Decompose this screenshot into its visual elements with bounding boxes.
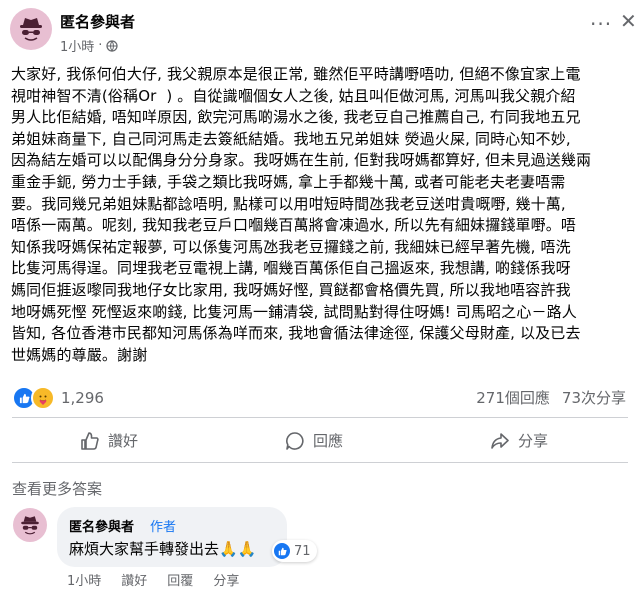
view-more-comments-link[interactable]: 查看更多答案: [12, 478, 102, 499]
post-body-line: 弟姐妹商量下, 自己同河馬走去簽紙結婚。我地五兄弟姐妹 熒過火屎, 同時心知不妙…: [11, 129, 571, 148]
comment-meta: 1小時 讚好 回覆 分享: [67, 570, 239, 589]
comment-time[interactable]: 1小時: [67, 570, 101, 589]
post-body-line: 視咁神智不清(俗稱Or ) 。自從識嗰個女人之後, 姑且叫佢做河馬, 河馬叫我父…: [11, 86, 576, 105]
post-time[interactable]: 1小時: [60, 36, 94, 55]
post-stats: 271個回應 73次分享: [476, 387, 626, 408]
share-icon: [491, 432, 509, 449]
comment-text: 麻煩大家幫手轉發出去🙏🙏: [69, 540, 257, 558]
post-body-line: 皆知, 各位香港市民都知河馬係為咩而來, 我地會循法律途徑, 保護父母財產, 以…: [11, 324, 581, 343]
comment-like-button[interactable]: 讚好: [121, 570, 147, 589]
share-label: 分享: [518, 432, 549, 450]
like-button[interactable]: 讚好: [80, 430, 138, 451]
reaction-summary[interactable]: 1,296: [12, 386, 104, 410]
author-badge: 作者: [150, 520, 177, 535]
share-button[interactable]: 分享: [490, 430, 548, 451]
post-author[interactable]: 匿名參與者: [60, 11, 135, 32]
comment-author[interactable]: 匿名參與者: [69, 516, 134, 535]
post-body-line: 地呀媽死慳 死慳返來啲錢, 比隻河馬一鋪清袋, 試問點對得住呀媽! 司馬昭之心－…: [11, 302, 577, 321]
reaction-count: 1,296: [61, 389, 104, 407]
comment-label: 回應: [313, 432, 344, 450]
like-label: 讚好: [108, 432, 139, 450]
separator-dot: ·: [98, 38, 103, 53]
comment-icon: [286, 431, 304, 450]
comment-reactions[interactable]: 71: [272, 540, 317, 562]
comment-reaction-count: 71: [294, 543, 311, 559]
globe-icon: [106, 39, 119, 52]
more-icon[interactable]: ···: [590, 12, 612, 36]
like-reaction-icon: [274, 543, 290, 559]
post-body-line: 知係我呀媽保祐定報夢, 可以係隻河馬氹我老豆攞錢之前, 我細妹已經早著先機, 唔…: [11, 237, 571, 256]
divider: [12, 417, 628, 418]
post-body-line: 因為結左婚可以以配偶身分分身家。我呀媽在生前, 佢對我呀媽都算好, 但未見過送幾…: [11, 151, 592, 170]
post-body-line: 比隻河馬得逞。同埋我老豆電視上講, 嗰幾百萬係佢自己搵返來, 我想講, 啲錢係我…: [11, 259, 571, 278]
post-body-line: 世媽媽的尊嚴。謝謝: [11, 345, 148, 364]
post-body-line: 媽同佢捱返嚟同我地仔女比家用, 我呀媽好慳, 買餸都會格價先買, 所以我地唔容許…: [11, 280, 571, 299]
post-body-line: 重金手鈪, 勞力士手錶, 手袋之類比我呀媽, 拿上手都幾十萬, 或者可能老夫老妻…: [11, 172, 566, 191]
comment-reply-button[interactable]: 回覆: [167, 570, 193, 589]
divider: [12, 462, 628, 463]
author-avatar[interactable]: [10, 8, 52, 50]
comment-count[interactable]: 271個回應: [476, 387, 550, 408]
comment-share-button[interactable]: 分享: [213, 570, 239, 589]
comment-button[interactable]: 回應: [285, 430, 343, 451]
post-body-line: 男人比佢結婚, 唔知咩原因, 飲完河馬啲湯水之後, 我老豆自己推薦自己, 冇同我…: [11, 108, 581, 127]
post-body-line: 唔係一兩萬。呢刻, 我知我老豆戶口嗰幾百萬將會凍過水, 所以先有細妹攞錢單嘢。唔: [11, 216, 577, 235]
like-icon: [81, 431, 99, 450]
post-meta: 1小時 ·: [60, 36, 119, 55]
care-reaction-icon: [31, 386, 55, 410]
close-icon[interactable]: ✕: [620, 9, 637, 33]
post-body-line: 要。我同幾兄弟姐妹點都諗唔明, 點樣可以用咁短時間氹我老豆送咁貴嘅嘢, 幾十萬,: [11, 194, 566, 213]
anonymous-avatar-icon: [20, 18, 42, 41]
share-count[interactable]: 73次分享: [562, 387, 626, 408]
comment-avatar[interactable]: [13, 508, 47, 542]
post-body-line: 大家好, 我係何伯大仔, 我父親原本是很正常, 雖然佢平時講嘢唔叻, 但絕不像宜…: [11, 65, 581, 83]
anonymous-avatar-icon: [21, 516, 39, 535]
post-body: 大家好, 我係何伯大仔, 我父親原本是很正常, 雖然佢平時講嘢唔叻, 但絕不像宜…: [11, 64, 635, 366]
